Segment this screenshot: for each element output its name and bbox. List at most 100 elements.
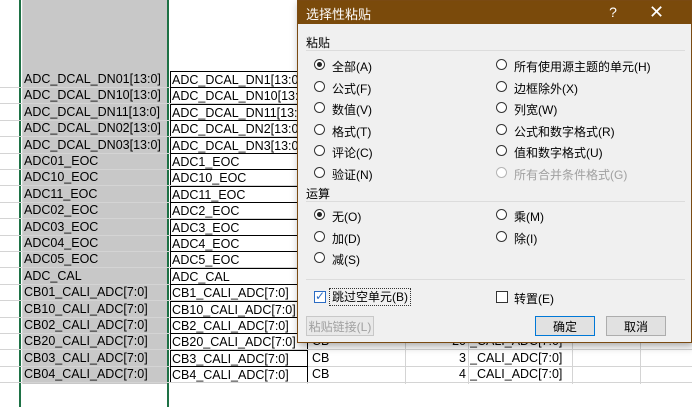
radio-option[interactable]: 边框除外(X) (496, 79, 686, 97)
separator (306, 201, 685, 202)
cell-col-a[interactable]: ADC05_EOC (24, 251, 166, 267)
close-icon[interactable]: ✕ (649, 2, 664, 23)
cell-col-a[interactable]: CB03_CALI_ADC[7:0] (24, 350, 166, 366)
radio-option[interactable]: 乘(M) (496, 207, 616, 225)
radio-option-label: 全部(A) (332, 60, 372, 74)
cell-col-a[interactable]: CB01_CALI_ADC[7:0] (24, 284, 166, 300)
cell-col-c[interactable]: CB (312, 366, 372, 382)
radio-option[interactable]: 减(S) (314, 250, 434, 268)
cell-col-b[interactable]: CB3_CALI_ADC[7:0] (170, 350, 308, 367)
cell-col-b[interactable]: ADC_CAL (170, 268, 308, 285)
radio-unselected-icon[interactable] (496, 145, 507, 157)
radio-option[interactable]: 列宽(W) (496, 100, 686, 118)
cell-col-a[interactable]: ADC11_EOC (24, 186, 166, 202)
cell-col-a[interactable]: ADC_DCAL_DN10[13:0] (24, 87, 166, 103)
radio-unselected-icon[interactable] (314, 145, 325, 157)
radio-selected-icon[interactable] (314, 59, 325, 70)
radio-unselected-icon[interactable] (496, 59, 507, 70)
cell-col-a[interactable]: CB04_CALI_ADC[7:0] (24, 366, 166, 382)
cell-col-b[interactable]: ADC5_EOC (170, 251, 308, 268)
radio-option[interactable]: 所有使用源主题的单元(H) (496, 57, 686, 75)
radio-option-label: 所有使用源主题的单元(H) (514, 60, 651, 74)
cell-col-a[interactable]: ADC01_EOC (24, 153, 166, 169)
checkbox-checked-icon[interactable] (314, 289, 326, 303)
help-icon[interactable]: ? (606, 4, 620, 20)
cell-col-b[interactable]: CB10_CALI_ADC[7:0] (170, 301, 308, 318)
operation-group-label: 运算 (306, 187, 331, 201)
radio-unselected-icon[interactable] (314, 80, 325, 92)
radio-unselected-icon[interactable] (496, 230, 507, 242)
cell-col-a[interactable]: ADC_DCAL_DN02[13:0] (24, 120, 166, 136)
cell-col-a[interactable]: ADC_DCAL_DN11[13:0] (24, 104, 166, 120)
cancel-button[interactable]: 取消 (606, 316, 666, 336)
radio-option[interactable]: 格式(T) (314, 122, 474, 140)
cell-col-b[interactable]: ADC_DCAL_DN1[13:0] (170, 71, 308, 88)
checkbox-unchecked-icon[interactable] (496, 291, 508, 303)
cell-col-b[interactable]: ADC4_EOC (170, 235, 308, 252)
ok-button[interactable]: 确定 (535, 316, 595, 336)
transpose-label: 转置(E) (514, 292, 554, 306)
cell-col-b[interactable]: CB4_CALI_ADC[7:0] (170, 366, 308, 383)
cell-col-a[interactable]: ADC04_EOC (24, 235, 166, 251)
cell-col-b[interactable]: ADC2_EOC (170, 202, 308, 219)
cell-col-c[interactable]: CB (312, 350, 372, 366)
transpose-checkbox[interactable]: 转置(E) (496, 289, 576, 307)
radio-unselected-icon[interactable] (496, 102, 507, 114)
radio-option[interactable]: 无(O) (314, 207, 434, 225)
radio-unselected-icon[interactable] (314, 123, 325, 135)
cell-col-b[interactable]: ADC3_EOC (170, 219, 308, 236)
radio-option-label: 乘(M) (514, 210, 544, 224)
cell-col-b[interactable]: ADC_DCAL_DN2[13:0] (170, 120, 308, 137)
gridline (0, 382, 692, 383)
radio-selected-icon[interactable] (314, 209, 325, 220)
radio-unselected-icon[interactable] (496, 123, 507, 135)
radio-option-label: 无(O) (332, 210, 362, 224)
radio-unselected-icon[interactable] (314, 252, 325, 264)
cell-col-e[interactable]: _CALI_ADC[7:0] (470, 350, 570, 366)
radio-option[interactable]: 所有合并条件格式(G) (496, 165, 686, 183)
radio-option[interactable]: 评论(C) (314, 143, 474, 161)
cell-col-b[interactable]: ADC11_EOC (170, 186, 308, 203)
cell-col-d[interactable]: 3 (400, 350, 466, 366)
radio-option-label: 评论(C) (332, 146, 373, 161)
cell-col-d[interactable]: 4 (400, 366, 466, 382)
radio-option[interactable]: 加(D) (314, 229, 434, 247)
cell-col-a[interactable]: ADC03_EOC (24, 219, 166, 235)
radio-option-label: 减(S) (332, 253, 360, 268)
radio-unselected-icon[interactable] (314, 167, 325, 178)
radio-unselected-icon[interactable] (314, 102, 325, 114)
radio-option[interactable]: 公式(F) (314, 79, 474, 97)
cell-col-a[interactable]: CB10_CALI_ADC[7:0] (24, 301, 166, 317)
radio-option[interactable]: 除(I) (496, 229, 616, 247)
cell-col-b[interactable]: ADC_DCAL_DN10[13:0] (170, 87, 308, 104)
radio-option[interactable]: 数值(V) (314, 100, 474, 118)
radio-unselected-icon[interactable] (314, 230, 325, 242)
radio-unselected-icon[interactable] (496, 209, 507, 220)
skip-blanks-checkbox[interactable]: 跳过空单元(B) (314, 288, 434, 307)
radio-option[interactable]: 全部(A) (314, 57, 474, 75)
cell-col-a[interactable]: ADC_DCAL_DN01[13:0] (24, 71, 166, 87)
dialog-titlebar[interactable]: 选择性粘贴 ? ✕ (298, 1, 691, 24)
cell-col-e[interactable]: _CALI_ADC[7:0] (470, 366, 570, 382)
cell-col-b[interactable]: ADC1_EOC (170, 153, 308, 170)
cell-col-b[interactable]: CB20_CALI_ADC[7:0] (170, 333, 308, 350)
cell-col-a[interactable]: ADC_DCAL_DN03[13:0] (24, 137, 166, 153)
cell-col-a[interactable]: ADC_CAL (24, 268, 166, 284)
cell-col-b[interactable]: ADC_DCAL_DN3[13:0] (170, 137, 308, 154)
radio-unselected-icon (496, 167, 507, 178)
radio-unselected-icon[interactable] (496, 80, 507, 92)
cell-col-b[interactable]: ADC_DCAL_DN11[13:0] (170, 104, 308, 121)
paste-group-label: 粘贴 (306, 36, 331, 50)
cell-col-a[interactable]: CB20_CALI_ADC[7:0] (24, 333, 166, 349)
radio-option[interactable]: 公式和数字格式(R) (496, 122, 686, 140)
cell-col-a[interactable]: ADC02_EOC (24, 202, 166, 218)
radio-option[interactable]: 值和数字格式(U) (496, 143, 686, 161)
radio-option-label: 格式(T) (332, 124, 372, 139)
radio-option[interactable]: 验证(N) (314, 165, 474, 183)
cell-col-b[interactable]: CB2_CALI_ADC[7:0] (170, 317, 308, 334)
cell-col-a[interactable]: ADC10_EOC (24, 169, 166, 185)
cell-col-b[interactable]: CB1_CALI_ADC[7:0] (170, 284, 308, 301)
cell-col-b[interactable]: ADC10_EOC (170, 169, 308, 186)
paste-link-button[interactable]: 粘贴链接(L) (306, 316, 374, 336)
cell-col-a[interactable]: CB02_CALI_ADC[7:0] (24, 317, 166, 333)
